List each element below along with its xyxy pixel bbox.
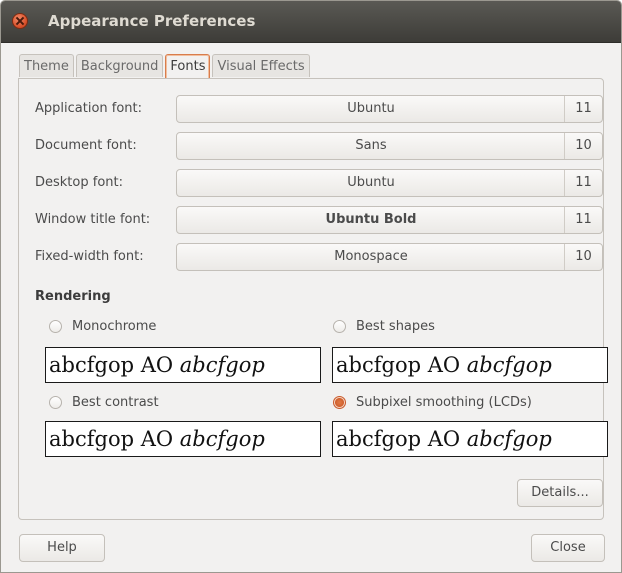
radio-button-icon[interactable] [49, 395, 62, 409]
sample-regular-text: abcfgop AO [49, 353, 180, 377]
sample-italic-text: abcfgop [466, 427, 552, 451]
fixed-width-font-label: Fixed-width font: [35, 249, 144, 264]
sample-best-contrast[interactable]: abcfgop AO abcfgop [45, 421, 321, 457]
tab-background[interactable]: Background [75, 54, 164, 77]
sample-italic-text: abcfgop [179, 427, 265, 451]
document-font-name: Sans [355, 138, 387, 153]
help-button[interactable]: Help [19, 534, 105, 562]
fonts-panel: Application font: Ubuntu 11 Document fon… [18, 78, 608, 520]
tab-strip: Theme Background Fonts Visual Effects [19, 54, 312, 79]
sample-regular-text: abcfgop AO [49, 427, 180, 451]
sample-monochrome[interactable]: abcfgop AO abcfgop [45, 347, 321, 383]
fixed-width-font-size: 10 [564, 244, 602, 270]
radio-best-shapes[interactable]: Best shapes [333, 316, 435, 336]
close-button[interactable]: Close [531, 534, 605, 562]
radio-button-icon[interactable] [49, 319, 62, 333]
tab-visual-effects[interactable]: Visual Effects [212, 54, 310, 77]
application-font-button[interactable]: Ubuntu 11 [176, 95, 603, 123]
window-title-font-name: Ubuntu Bold [325, 212, 417, 227]
document-font-button[interactable]: Sans 10 [176, 132, 603, 160]
rendering-heading: Rendering [35, 289, 111, 304]
radio-label: Best contrast [72, 394, 159, 410]
radio-button-selected-icon[interactable] [333, 395, 346, 409]
document-font-size: 10 [564, 133, 602, 159]
tab-fonts[interactable]: Fonts [165, 54, 211, 79]
desktop-font-name: Ubuntu [347, 175, 395, 190]
fixed-width-font-button[interactable]: Monospace 10 [176, 243, 603, 271]
application-font-name: Ubuntu [347, 101, 395, 116]
window-title: Appearance Preferences [48, 12, 256, 30]
desktop-font-label: Desktop font: [35, 175, 123, 190]
radio-best-contrast[interactable]: Best contrast [49, 392, 159, 412]
sample-subpixel-smoothing[interactable]: abcfgop AO abcfgop [332, 421, 608, 457]
radio-label: Best shapes [356, 318, 435, 334]
details-button[interactable]: Details... [517, 479, 603, 507]
fixed-width-font-name: Monospace [334, 249, 408, 264]
radio-subpixel-smoothing[interactable]: Subpixel smoothing (LCDs) [333, 392, 532, 412]
appearance-preferences-window: Appearance Preferences Theme Background … [0, 0, 622, 573]
radio-label: Monochrome [72, 318, 157, 334]
sample-italic-text: abcfgop [466, 353, 552, 377]
sample-best-shapes[interactable]: abcfgop AO abcfgop [332, 347, 608, 383]
close-window-icon[interactable] [12, 13, 28, 29]
application-font-size: 11 [564, 96, 602, 122]
title-bar: Appearance Preferences [1, 1, 621, 43]
radio-button-icon[interactable] [333, 319, 346, 333]
sample-regular-text: abcfgop AO [336, 427, 467, 451]
tab-theme[interactable]: Theme [19, 54, 74, 77]
window-title-font-button[interactable]: Ubuntu Bold 11 [176, 206, 603, 234]
sample-regular-text: abcfgop AO [336, 353, 467, 377]
application-font-label: Application font: [35, 101, 143, 116]
window-title-font-size: 11 [564, 207, 602, 233]
sample-italic-text: abcfgop [179, 353, 265, 377]
radio-monochrome[interactable]: Monochrome [49, 316, 156, 336]
desktop-font-size: 11 [564, 170, 602, 196]
document-font-label: Document font: [35, 138, 137, 153]
radio-label: Subpixel smoothing (LCDs) [356, 394, 532, 410]
window-title-font-label: Window title font: [35, 212, 151, 227]
desktop-font-button[interactable]: Ubuntu 11 [176, 169, 603, 197]
